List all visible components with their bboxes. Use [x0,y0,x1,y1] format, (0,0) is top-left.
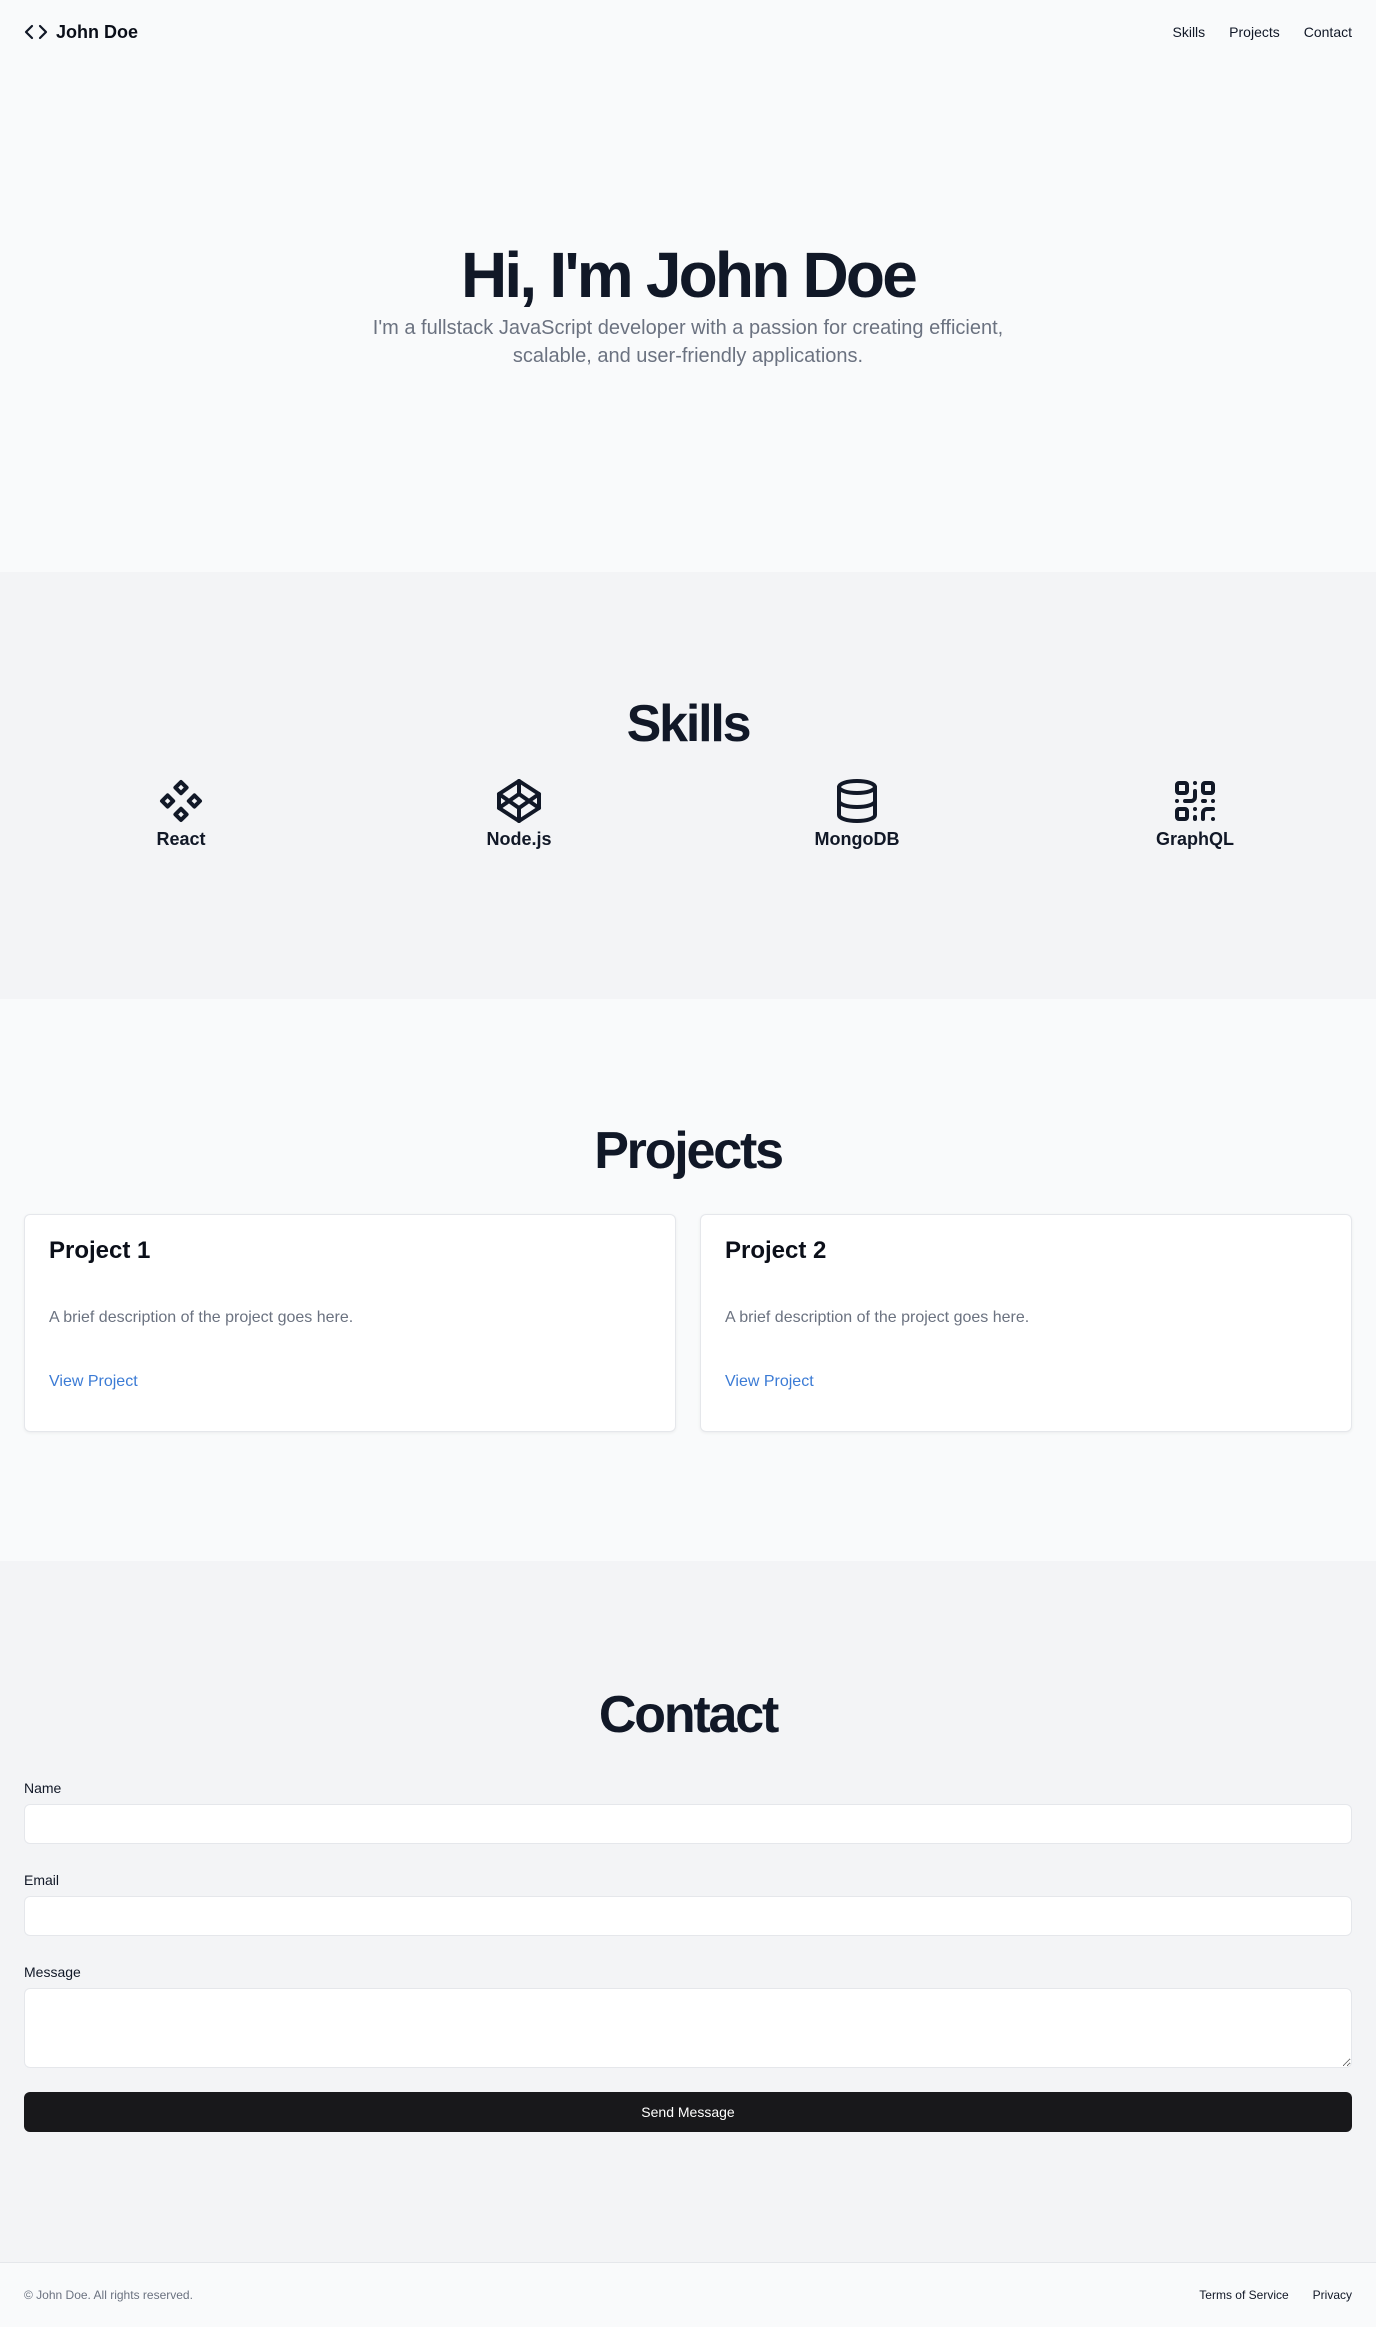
name-input[interactable] [24,1804,1352,1845]
brand-link[interactable]: John Doe [24,20,138,44]
contact-title: Contact [598,1686,779,1744]
nav-link-contact[interactable]: Contact [1304,24,1352,40]
project-card: Project 1 A brief description of the pro… [24,1214,676,1433]
database-icon [837,779,877,824]
component-icon [160,780,202,823]
skill-item-nodejs: Node.js [362,777,676,850]
copyright-text: © John Doe. All rights reserved. [24,2287,193,2302]
skills-title: Skills [626,695,752,753]
email-label: Email [24,1872,60,1889]
project-title: Project 2 [725,1237,827,1265]
name-label: Name [24,1780,62,1797]
project-grid: Project 1 A brief description of the pro… [0,1214,1376,1433]
skill-name: React [156,829,206,850]
code-icon [24,20,48,44]
codepen-icon [497,779,541,824]
hero-title: Hi, I'm John Doe [460,238,918,311]
hero-subtitle: I'm a fullstack JavaScript developer wit… [372,317,1004,368]
contact-form: Name Email Message Send Message [0,1780,1376,2133]
skill-item-mongodb: MongoDB [700,777,1014,850]
skill-item-react: React [24,777,338,850]
skills-grid: React Node.js MongoDB GraphQL [0,777,1376,850]
brand-name: John Doe [56,21,139,42]
contact-section: Contact Name Email Message Send Message [0,1561,1376,2262]
footer-nav: Terms of Service Privacy [1199,2288,1352,2302]
project-description: A brief description of the project goes … [725,1309,1030,1327]
skill-name: GraphQL [1155,829,1234,850]
message-field-group: Message [24,1964,1352,2069]
projects-title: Projects [594,1122,784,1180]
skill-name: Node.js [486,829,552,850]
view-project-link[interactable]: View Project [725,1373,814,1391]
skills-section: Skills React Node.js MongoDB GraphQL [0,572,1376,999]
nav-link-skills[interactable]: Skills [1173,24,1206,40]
email-field-group: Email [24,1872,1352,1937]
site-footer: © John Doe. All rights reserved. Terms o… [0,2262,1376,2326]
name-field-group: Name [24,1780,1352,1845]
main-nav: Skills Projects Contact [1173,24,1353,40]
projects-section: Projects Project 1 A brief description o… [0,999,1376,1561]
message-textarea[interactable] [24,1988,1352,2069]
skill-name: MongoDB [814,829,900,850]
site-header: John Doe Skills Projects Contact [0,0,1376,64]
email-input[interactable] [24,1896,1352,1937]
view-project-link[interactable]: View Project [49,1373,138,1391]
hero-section: Hi, I'm John Doe I'm a fullstack JavaScr… [0,64,1376,572]
send-message-button[interactable]: Send Message [24,2092,1352,2133]
privacy-link[interactable]: Privacy [1313,2288,1352,2302]
message-label: Message [24,1964,81,1981]
qr-code-icon [1175,781,1215,822]
terms-link[interactable]: Terms of Service [1199,2288,1288,2302]
project-title: Project 1 [49,1237,151,1265]
skill-item-graphql: GraphQL [1038,777,1352,850]
project-description: A brief description of the project goes … [49,1309,354,1327]
nav-link-projects[interactable]: Projects [1229,24,1280,40]
project-card: Project 2 A brief description of the pro… [700,1214,1352,1433]
